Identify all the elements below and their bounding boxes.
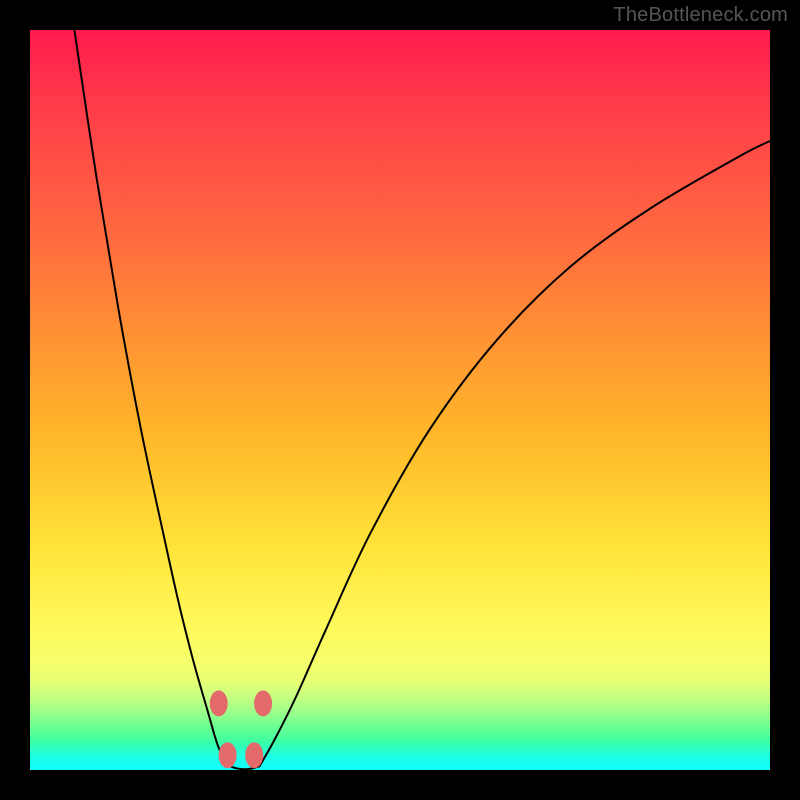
curve-svg [30,30,770,770]
watermark-text: TheBottleneck.com [613,4,788,27]
valley-marker [254,690,272,716]
curve-right-branch [259,141,770,766]
valley-marker [219,742,237,768]
plot-area [30,30,770,770]
valley-marker [245,742,263,768]
valley-marker [210,690,228,716]
chart-frame: TheBottleneck.com [0,0,800,800]
curve-left-branch [74,30,229,766]
